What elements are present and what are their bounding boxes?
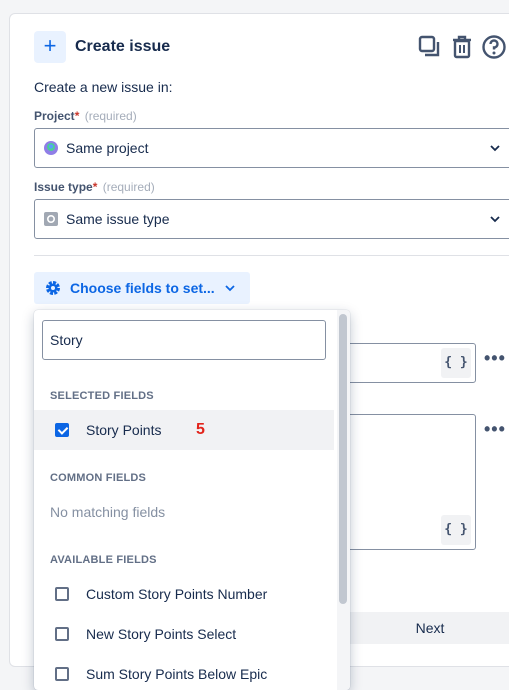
common-fields-header: COMMON FIELDS xyxy=(50,472,147,484)
project-label: Project* (required) xyxy=(34,109,137,123)
plus-icon: + xyxy=(34,31,66,63)
story-points-value: 5 xyxy=(196,421,205,438)
field-search-input[interactable] xyxy=(42,320,326,360)
project-select[interactable]: Same project xyxy=(34,128,509,168)
create-subtitle: Create a new issue in: xyxy=(34,79,173,95)
field-option-label: New Story Points Select xyxy=(86,626,237,642)
more-options-icon[interactable]: ••• xyxy=(484,419,506,440)
issue-type-icon xyxy=(44,212,58,226)
selected-fields-header: SELECTED FIELDS xyxy=(50,390,154,402)
more-options-icon[interactable]: ••• xyxy=(484,348,506,369)
checkbox[interactable] xyxy=(55,587,69,601)
project-value: Same project xyxy=(66,140,149,156)
smart-value-button[interactable]: { } xyxy=(441,348,471,378)
project-avatar-icon xyxy=(44,141,58,155)
issue-type-select[interactable]: Same issue type xyxy=(34,199,509,239)
chevron-down-icon xyxy=(225,285,235,292)
issue-type-value: Same issue type xyxy=(66,211,170,227)
choose-fields-label: Choose fields to set... xyxy=(70,280,215,296)
trash-icon[interactable] xyxy=(449,34,475,60)
field-option-label: Sum Story Points Below Epic xyxy=(86,666,268,682)
scrollbar-thumb[interactable] xyxy=(339,314,347,604)
panel-title: Create issue xyxy=(75,38,171,55)
field-option-label: Story Points xyxy=(86,422,162,438)
field-option-custom-story-points-number[interactable]: Custom Story Points Number xyxy=(34,574,334,614)
duplicate-icon[interactable] xyxy=(417,34,443,60)
checkbox-checked[interactable] xyxy=(55,423,69,437)
checkbox[interactable] xyxy=(55,667,69,681)
help-icon[interactable] xyxy=(481,34,507,60)
field-option-label: Custom Story Points Number xyxy=(86,586,268,602)
fields-dropdown: SELECTED FIELDS Story Points 5 COMMON FI… xyxy=(34,310,350,690)
issue-type-label: Issue type* (required) xyxy=(34,180,155,194)
chevron-down-icon xyxy=(490,145,500,152)
no-matching-fields: No matching fields xyxy=(50,504,166,520)
checkbox[interactable] xyxy=(55,627,69,641)
divider xyxy=(34,255,509,256)
gear-icon xyxy=(46,281,60,295)
smart-value-button[interactable]: { } xyxy=(441,515,471,545)
field-option-new-story-points-select[interactable]: New Story Points Select xyxy=(34,614,334,654)
choose-fields-button[interactable]: Choose fields to set... xyxy=(34,272,250,304)
next-button[interactable]: Next xyxy=(340,612,509,644)
field-option-story-points[interactable]: Story Points 5 xyxy=(34,410,334,450)
available-fields-header: AVAILABLE FIELDS xyxy=(50,554,157,566)
chevron-down-icon xyxy=(490,216,500,223)
field-option-sum-story-points-below-epic[interactable]: Sum Story Points Below Epic xyxy=(34,654,334,690)
